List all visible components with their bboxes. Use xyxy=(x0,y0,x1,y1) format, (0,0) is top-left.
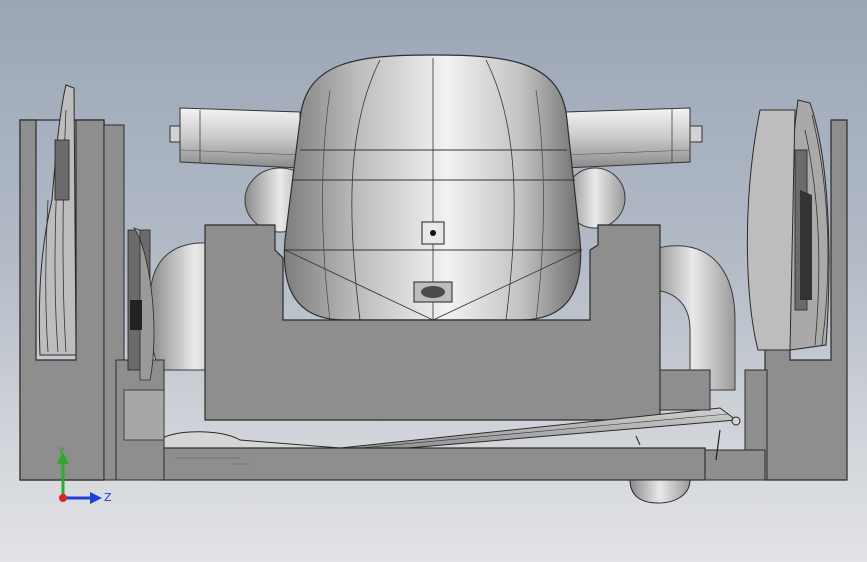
under-pipe xyxy=(629,479,691,504)
y-axis-label: Y xyxy=(58,445,65,458)
left-arm-tube xyxy=(169,107,301,169)
cad-viewport[interactable]: Y Z xyxy=(0,0,867,562)
central-dome xyxy=(283,54,583,321)
x-axis-dot xyxy=(59,494,67,502)
right-door-assembly xyxy=(746,99,830,351)
right-elbow-pipe xyxy=(649,245,736,391)
z-axis-label: Z xyxy=(104,491,112,504)
z-arrowhead xyxy=(90,492,102,504)
right-arm-tube xyxy=(564,107,703,169)
